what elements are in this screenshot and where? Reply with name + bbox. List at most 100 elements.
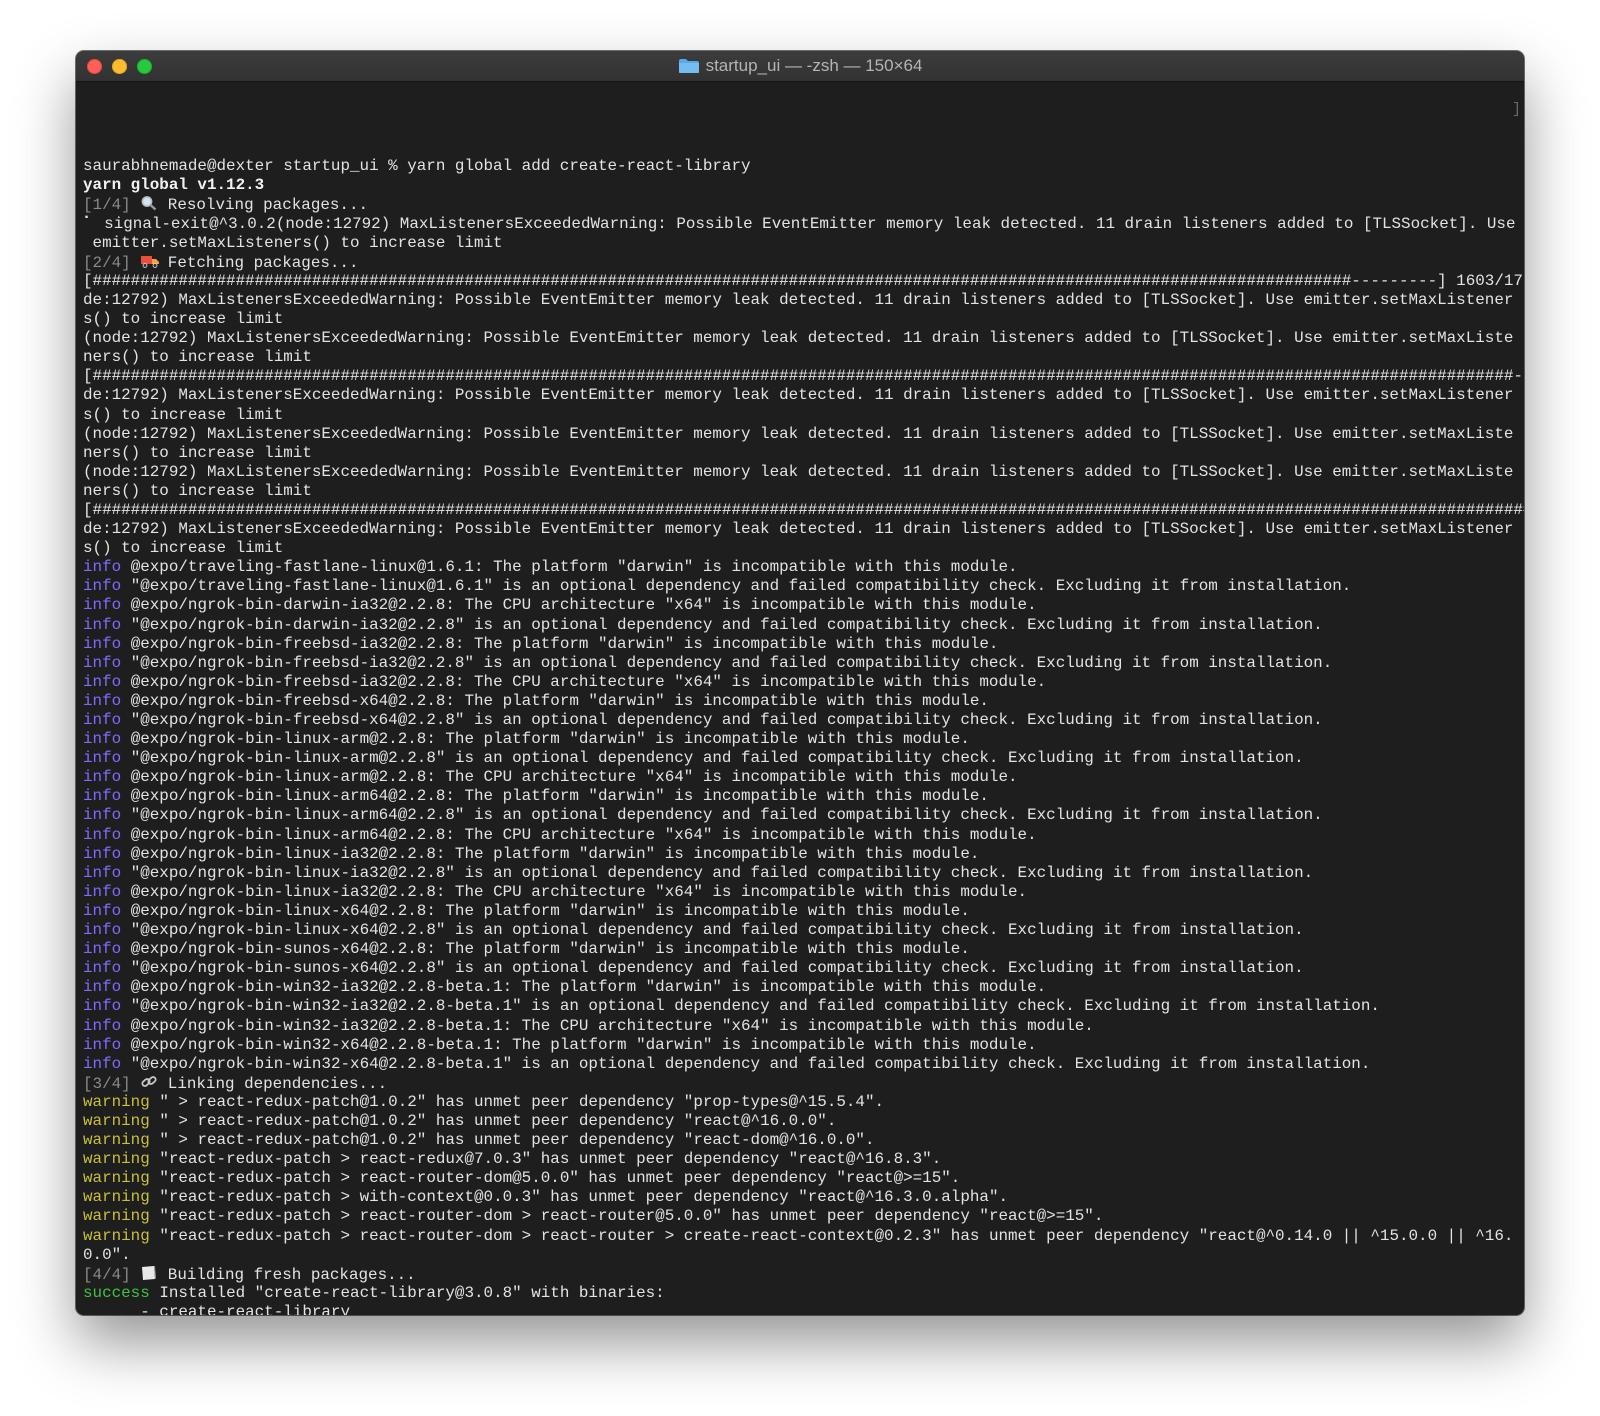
step-line: [4/4] Building fresh packages... (83, 1265, 1524, 1284)
output-line: de:12792) MaxListenersExceededWarning: P… (83, 386, 1524, 405)
progress-bar-text: [#######################################… (83, 271, 1524, 290)
info-line: info "@expo/ngrok-bin-freebsd-ia32@2.2.8… (83, 654, 1524, 673)
output-line: (node:12792) MaxListenersExceededWarning… (83, 329, 1524, 348)
info-text: @expo/ngrok-bin-sunos-x64@2.2.8: The pla… (130, 940, 970, 959)
info-tag: info (83, 844, 122, 863)
info-text: "@expo/ngrok-bin-darwin-ia32@2.2.8" is a… (130, 615, 1323, 634)
info-line: info @expo/ngrok-bin-linux-x64@2.2.8: Th… (83, 902, 1524, 921)
terminal-text: ners() to increase limit (83, 481, 312, 500)
progress-line: [#######################################… (83, 367, 1524, 386)
info-line: info "@expo/ngrok-bin-linux-ia32@2.2.8" … (83, 864, 1524, 883)
info-line: info "@expo/ngrok-bin-darwin-ia32@2.2.8"… (83, 616, 1524, 635)
info-line: info "@expo/ngrok-bin-sunos-x64@2.2.8" i… (83, 959, 1524, 978)
terminal-text: (node:12792) MaxListenersExceededWarning… (83, 462, 1514, 481)
yarn-version: yarn global v1.12.3 (83, 176, 265, 195)
warning-line: warning " > react-redux-patch@1.0.2" has… (83, 1131, 1524, 1150)
step-counter: [1/4] (83, 196, 131, 215)
info-tag: info (83, 882, 122, 901)
warning-text: " > react-redux-patch@1.0.2" has unmet p… (159, 1092, 885, 1111)
output-line: ners() to increase limit (83, 444, 1524, 463)
success-tag: success (83, 1283, 150, 1302)
info-line: info @expo/ngrok-bin-linux-arm64@2.2.8: … (83, 787, 1524, 806)
link-icon (140, 1074, 158, 1090)
info-line: info @expo/ngrok-bin-win32-x64@2.2.8-bet… (83, 1036, 1524, 1055)
terminal-text: de:12792) MaxListenersExceededWarning: P… (83, 386, 1514, 405)
info-line: info "@expo/ngrok-bin-win32-ia32@2.2.8-b… (83, 997, 1524, 1016)
info-tag: info (83, 730, 122, 749)
info-line: info "@expo/ngrok-bin-linux-arm64@2.2.8"… (83, 806, 1524, 825)
warning-tag: warning (83, 1150, 150, 1169)
output-line: (node:12792) MaxListenersExceededWarning… (83, 463, 1524, 482)
title-bar[interactable]: startup_ui — -zsh — 150×64 (76, 51, 1524, 82)
warning-text: "react-redux-patch > react-router-dom > … (159, 1207, 1104, 1226)
info-text: "@expo/ngrok-bin-win32-ia32@2.2.8-beta.1… (130, 997, 1380, 1016)
info-text: @expo/ngrok-bin-linux-arm64@2.2.8: The C… (130, 825, 1037, 844)
output-line: (node:12792) MaxListenersExceededWarning… (83, 425, 1524, 444)
warning-tag: warning (83, 1092, 150, 1111)
info-line: info "@expo/traveling-fastlane-linux@1.6… (83, 577, 1524, 596)
info-text: "@expo/ngrok-bin-sunos-x64@2.2.8" is an … (130, 959, 1304, 978)
terminal-window: startup_ui — -zsh — 150×64 ] saurabhnema… (76, 51, 1524, 1315)
command: yarn global add create-react-library (407, 157, 751, 176)
info-tag: info (83, 863, 122, 882)
output-line: de:12792) MaxListenersExceededWarning: P… (83, 291, 1524, 310)
terminal-text: s() to increase limit (83, 539, 284, 558)
output-line: s() to increase limit (83, 539, 1524, 558)
step-counter: [3/4] (83, 1074, 131, 1093)
info-line: info @expo/ngrok-bin-linux-ia32@2.2.8: T… (83, 883, 1524, 902)
info-line: info @expo/ngrok-bin-win32-ia32@2.2.8-be… (83, 978, 1524, 997)
step-counter: [4/4] (83, 1265, 131, 1284)
truck-icon (140, 253, 160, 269)
window-title: startup_ui — -zsh — 150×64 (705, 56, 923, 75)
info-tag: info (83, 768, 122, 787)
terminal-text: 0.0". (83, 1245, 131, 1264)
info-text: "@expo/ngrok-bin-linux-arm64@2.2.8" is a… (130, 806, 1323, 825)
warning-line: warning "react-redux-patch > react-route… (83, 1169, 1524, 1188)
info-text: "@expo/ngrok-bin-linux-x64@2.2.8" is an … (130, 921, 1304, 940)
info-line: info @expo/ngrok-bin-linux-arm64@2.2.8: … (83, 826, 1524, 845)
step-label: Building fresh packages... (167, 1265, 416, 1284)
step-line: [1/4] Resolving packages... (83, 195, 1524, 214)
progress-line: [#######################################… (83, 501, 1524, 520)
info-text: "@expo/ngrok-bin-freebsd-x64@2.2.8" is a… (130, 711, 1323, 729)
info-line: info "@expo/ngrok-bin-win32-x64@2.2.8-be… (83, 1055, 1524, 1074)
info-tag: info (83, 825, 122, 844)
info-tag: info (83, 672, 122, 691)
terminal-text: ners() to increase limit (83, 348, 312, 367)
info-tag: info (83, 691, 122, 710)
info-text: @expo/ngrok-bin-linux-ia32@2.2.8: The CP… (130, 882, 1028, 901)
terminal-output[interactable]: ] saurabhnemade@dexter startup_ui % yarn… (76, 82, 1524, 1315)
warning-text: "react-redux-patch > react-router-dom > … (159, 1226, 1514, 1245)
info-text: @expo/ngrok-bin-linux-x64@2.2.8: The pla… (130, 901, 970, 920)
info-line: info @expo/ngrok-bin-freebsd-ia32@2.2.8:… (83, 635, 1524, 654)
info-tag: info (83, 787, 122, 806)
info-tag: info (83, 577, 122, 596)
warning-text: "react-redux-patch > react-router-dom@5.… (159, 1169, 961, 1188)
info-text: @expo/ngrok-bin-linux-arm@2.2.8: The pla… (130, 730, 970, 749)
scroll-indicator: ] (1511, 101, 1521, 118)
info-text: @expo/traveling-fastlane-linux@1.6.1: Th… (130, 558, 1018, 577)
step-line: [3/4] Linking dependencies... (83, 1074, 1524, 1093)
info-line: info @expo/ngrok-bin-darwin-ia32@2.2.8: … (83, 596, 1524, 615)
prompt: saurabhnemade@dexter startup_ui % (83, 157, 408, 176)
output-line: s() to increase limit (83, 406, 1524, 425)
